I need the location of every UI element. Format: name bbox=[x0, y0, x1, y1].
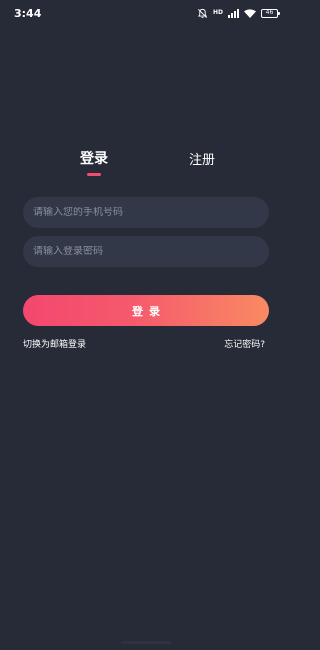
home-indicator bbox=[121, 641, 171, 644]
wifi-icon bbox=[244, 8, 256, 18]
password-input[interactable] bbox=[33, 246, 259, 257]
phone-input-container bbox=[23, 197, 269, 228]
signal-icon bbox=[228, 8, 239, 18]
status-bar: 3:44 HD 46 bbox=[0, 0, 292, 26]
status-time: 3:44 bbox=[14, 7, 42, 20]
mute-bell-icon bbox=[197, 8, 208, 19]
battery-level: 46 bbox=[265, 9, 274, 16]
network-label: HD bbox=[212, 9, 223, 16]
active-tab-indicator bbox=[87, 173, 101, 176]
battery-icon: 46 bbox=[261, 8, 280, 18]
tab-login[interactable]: 登录 bbox=[80, 148, 108, 168]
forgot-password-link[interactable]: 忘记密码? bbox=[224, 337, 265, 350]
status-icons: HD 46 bbox=[197, 6, 280, 20]
auth-tabs: 登录 注册 bbox=[0, 148, 292, 178]
phone-input[interactable] bbox=[33, 207, 259, 218]
password-input-container bbox=[23, 236, 269, 267]
login-button[interactable]: 登录 bbox=[23, 295, 269, 326]
tab-register[interactable]: 注册 bbox=[189, 149, 215, 168]
switch-to-email-link[interactable]: 切换为邮箱登录 bbox=[23, 337, 86, 350]
